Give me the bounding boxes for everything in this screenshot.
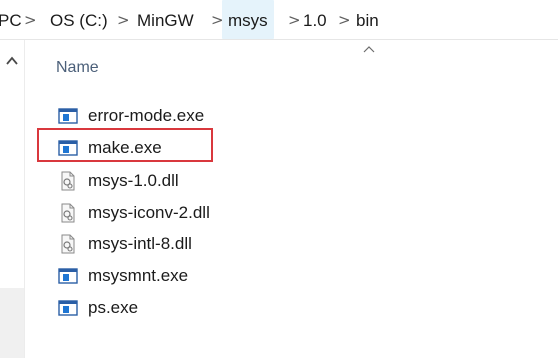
chevron-right-icon[interactable]: >: [117, 0, 130, 39]
file-name: msysmnt.exe: [88, 266, 189, 285]
dll-icon: [61, 234, 75, 254]
file-row-ps-exe[interactable]: ps.exe: [58, 296, 248, 320]
breadcrumb-item-os-c[interactable]: OS (C:): [50, 0, 108, 39]
breadcrumb-item-1-0[interactable]: 1.0: [303, 0, 327, 39]
file-row-msys-intl-8-dll[interactable]: msys-intl-8.dll: [58, 232, 248, 256]
exe-icon: [58, 300, 78, 316]
navigation-pane[interactable]: [0, 40, 25, 358]
highlight-annotation-box: [37, 128, 213, 162]
file-name: msys-iconv-2.dll: [88, 203, 210, 222]
dll-icon: [61, 203, 75, 223]
exe-icon: [58, 108, 78, 124]
file-name: ps.exe: [88, 298, 139, 317]
dll-icon: [61, 171, 75, 191]
chevron-right-icon[interactable]: >: [288, 0, 301, 39]
column-header-name[interactable]: Name: [56, 59, 99, 77]
file-name: msys-1.0.dll: [88, 171, 179, 190]
file-row-error-mode-exe[interactable]: error-mode.exe: [58, 104, 248, 128]
file-name: msys-intl-8.dll: [88, 234, 192, 253]
chevron-up-icon[interactable]: [5, 54, 19, 68]
file-row-msys-iconv-2-dll[interactable]: msys-iconv-2.dll: [58, 201, 248, 225]
file-name: error-mode.exe: [88, 106, 205, 125]
scrollbar-track[interactable]: [0, 288, 24, 358]
file-row-msysmnt-exe[interactable]: msysmnt.exe: [58, 264, 248, 288]
address-bar[interactable]: PC > OS (C:) > MinGW > msys > 1.0 > bin: [0, 0, 558, 40]
breadcrumb-item-bin[interactable]: bin: [356, 0, 379, 39]
chevron-right-icon[interactable]: >: [338, 0, 351, 39]
breadcrumb-item-msys[interactable]: msys: [222, 0, 274, 39]
file-row-msys-1-0-dll[interactable]: msys-1.0.dll: [58, 169, 248, 193]
breadcrumb-item-mingw[interactable]: MinGW: [137, 0, 194, 39]
breadcrumb-item-pc[interactable]: PC: [0, 0, 22, 39]
sort-ascending-icon: [363, 46, 375, 53]
exe-icon: [58, 268, 78, 284]
chevron-right-icon[interactable]: >: [24, 0, 37, 39]
